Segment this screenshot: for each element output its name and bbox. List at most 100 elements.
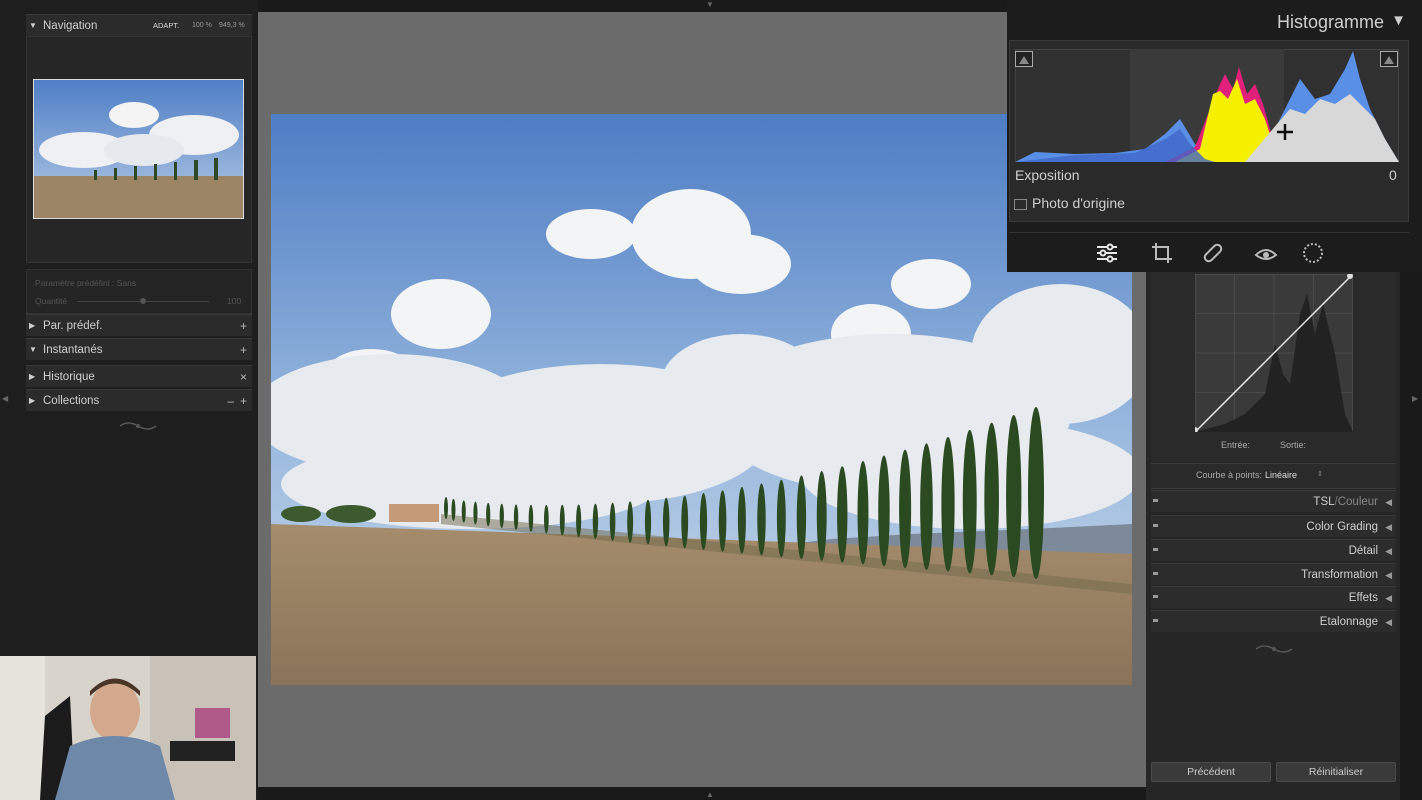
navigator-header[interactable]: ▼ Navigation ADAPT. 100 % 949,3 %: [26, 14, 252, 36]
cypress-tree: [718, 490, 727, 552]
panel-toggle-switch[interactable]: [1153, 499, 1158, 502]
navigator-thumbnail[interactable]: [33, 79, 244, 219]
expand-triangle-icon[interactable]: ▶: [29, 366, 35, 388]
panel-color-label[interactable]: Couleur: [1338, 496, 1378, 508]
cypress-tree: [513, 504, 519, 530]
cypress-tree: [962, 429, 977, 574]
panel-snapshots[interactable]: ▼ Instantanés +: [26, 338, 252, 360]
collapse-triangle-icon[interactable]: ▼: [29, 339, 37, 361]
sliders-icon[interactable]: [1095, 241, 1119, 265]
collapse-triangle-icon[interactable]: ▼: [29, 15, 37, 37]
cypress-tree: [559, 504, 565, 536]
panel-end-ornament-icon: [118, 418, 158, 434]
cypress-tree: [857, 461, 869, 565]
masking-icon[interactable]: [1301, 241, 1325, 265]
exposure-label: Exposition: [1015, 167, 1080, 183]
zoom-100-option[interactable]: 100 %: [192, 15, 212, 37]
cypress-tree: [451, 498, 456, 521]
expand-triangle-icon[interactable]: ◀: [1385, 587, 1392, 609]
panel-detail[interactable]: Détail ◀: [1151, 539, 1396, 561]
quick-preset-panel: Paramètre prédéfini : Sans Quantité 100: [26, 269, 252, 314]
panel-effects[interactable]: Effets ◀: [1151, 586, 1396, 608]
panel-toggle-switch[interactable]: [1153, 548, 1158, 551]
panel-calibration[interactable]: Etalonnage ◀: [1151, 610, 1396, 632]
previous-button[interactable]: Précédent: [1151, 762, 1271, 782]
panel-toggle-switch[interactable]: [1153, 572, 1158, 575]
left-panel-toggle-icon[interactable]: ◀: [2, 394, 8, 403]
panel-history[interactable]: ▶ Historique ×: [26, 365, 252, 387]
add-icon[interactable]: +: [240, 339, 247, 361]
preset-label: Paramètre prédéfini : Sans: [35, 278, 137, 288]
expand-triangle-icon[interactable]: ◀: [1385, 611, 1392, 633]
panel-presets[interactable]: ▶ Par. prédef. +: [26, 314, 252, 336]
shadow-clipping-icon[interactable]: [1015, 51, 1033, 67]
exposure-value: 0: [1389, 167, 1397, 183]
dropdown-arrows-icon[interactable]: ⇕: [1317, 470, 1323, 478]
expand-triangle-icon[interactable]: ◀: [1385, 540, 1392, 562]
cypress-tree: [920, 443, 933, 570]
cypress-tree: [473, 501, 478, 525]
cypress-tree: [486, 502, 491, 527]
amount-label: Quantité: [35, 296, 68, 306]
curve-input-label: Entrée:: [1221, 440, 1251, 450]
expand-triangle-icon[interactable]: ◀: [1385, 564, 1392, 586]
panel-snapshots-label: Instantanés: [43, 344, 103, 356]
main-photo[interactable]: [271, 114, 1132, 685]
cypress-tree: [776, 479, 786, 558]
original-photo-label: Photo d'origine: [1032, 195, 1125, 211]
remove-icon[interactable]: –: [227, 390, 234, 412]
curve-output-label: Sortie:: [1280, 440, 1307, 450]
webcam-overlay: [0, 656, 256, 800]
cypress-tree: [544, 504, 549, 534]
cypress-tree: [627, 501, 634, 543]
zoom-fit-option[interactable]: ADAPT.: [153, 15, 179, 37]
expand-triangle-icon[interactable]: ◀: [1385, 516, 1392, 538]
clear-icon[interactable]: ×: [240, 366, 247, 388]
panel-detail-label: Détail: [1348, 545, 1378, 557]
tone-curve-graph[interactable]: [1195, 274, 1353, 432]
point-curve-row: Courbe à points: Linéaire ⇕: [1151, 463, 1396, 489]
cypress-tree: [941, 436, 955, 572]
panel-effects-label: Effets: [1348, 592, 1378, 604]
expand-triangle-icon[interactable]: ▶: [29, 315, 35, 337]
amount-slider-thumb[interactable]: [140, 298, 146, 304]
cypress-tree: [499, 503, 504, 529]
cypress-tree: [662, 497, 670, 547]
expand-triangle-icon[interactable]: ▶: [29, 390, 35, 412]
histogram-graph[interactable]: [1015, 49, 1399, 162]
highlight-clipping-icon[interactable]: [1380, 51, 1398, 67]
panel-transform[interactable]: Transformation ◀: [1151, 563, 1396, 585]
cypress-tree: [609, 502, 616, 541]
panel-toggle-switch[interactable]: [1153, 595, 1158, 598]
panel-color-grading-label: Color Grading: [1306, 521, 1378, 533]
reset-button[interactable]: Réinitialiser: [1276, 762, 1396, 782]
navigator-title: Navigation: [43, 20, 98, 32]
add-icon[interactable]: +: [240, 315, 247, 337]
panel-toggle-switch[interactable]: [1153, 524, 1158, 527]
panel-hsl[interactable]: TSL/Couleur ◀: [1151, 490, 1396, 512]
zoom-custom-option[interactable]: 949,3 %: [219, 15, 245, 37]
cypress-tree: [737, 487, 746, 554]
crop-icon[interactable]: [1150, 241, 1174, 265]
panel-end-ornament-icon: [1254, 641, 1294, 657]
point-curve-select[interactable]: Linéaire: [1265, 470, 1297, 480]
original-photo-checkbox[interactable]: [1014, 199, 1027, 210]
add-icon[interactable]: +: [240, 390, 247, 412]
tone-curve-panel: Entrée: Sortie:: [1151, 270, 1396, 462]
cypress-tree: [681, 495, 689, 549]
panel-color-grading[interactable]: Color Grading ◀: [1151, 515, 1396, 537]
panel-collections[interactable]: ▶ Collections – +: [26, 389, 252, 411]
collapse-triangle-icon[interactable]: ▼: [1391, 12, 1406, 29]
cypress-tree: [1006, 415, 1022, 578]
panel-toggle-switch[interactable]: [1153, 619, 1158, 622]
redeye-icon[interactable]: [1254, 241, 1278, 265]
right-panel-toggle-icon[interactable]: ▶: [1412, 394, 1418, 403]
bottom-panel-toggle-icon[interactable]: ▲: [706, 790, 714, 799]
top-panel-toggle-icon[interactable]: ▼: [706, 0, 714, 9]
healing-icon[interactable]: [1201, 241, 1225, 265]
amount-value: 100: [227, 296, 242, 306]
cypress-tree: [644, 499, 652, 545]
cypress-tree: [444, 497, 448, 519]
cypress-tree: [899, 449, 912, 569]
expand-triangle-icon[interactable]: ◀: [1385, 491, 1392, 513]
